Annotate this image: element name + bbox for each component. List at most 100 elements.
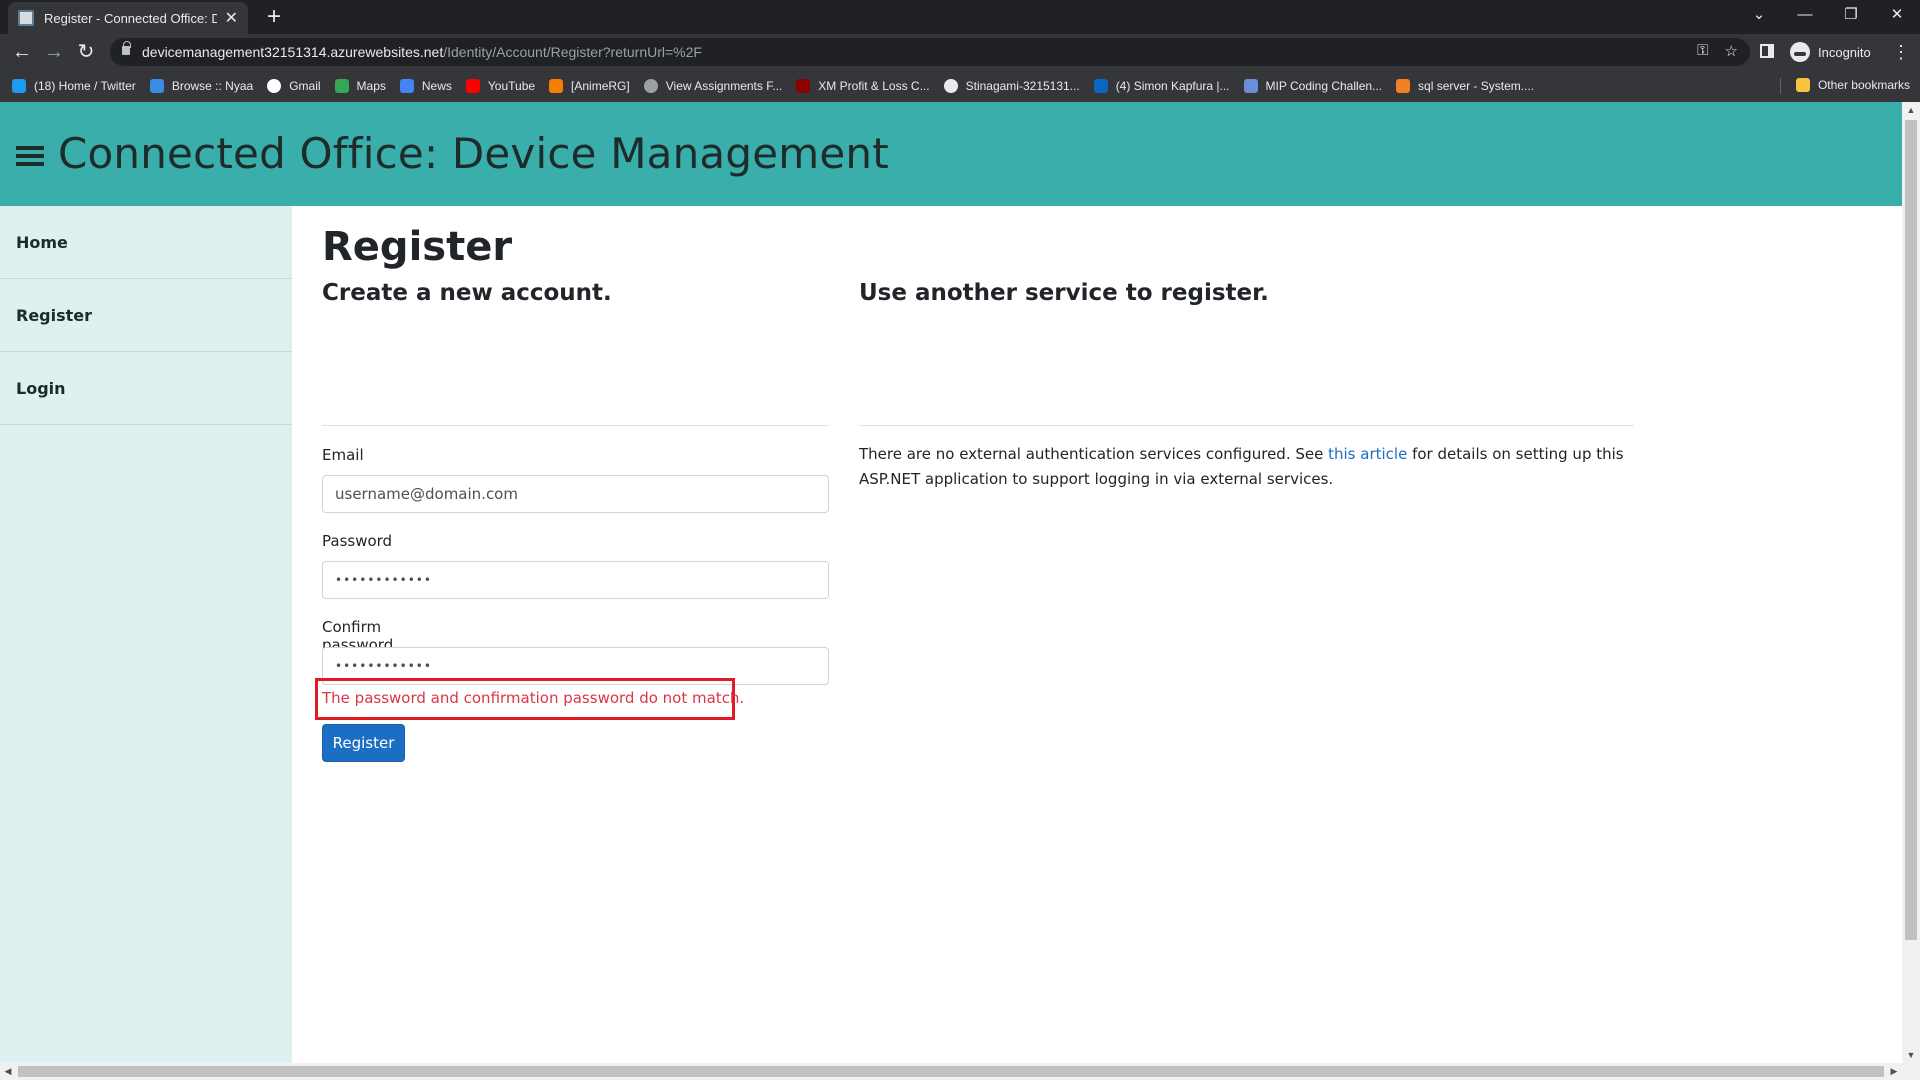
scroll-down-icon[interactable]: ▼ [1902, 1047, 1920, 1063]
side-panel-icon[interactable] [1760, 44, 1774, 58]
xm-icon [796, 79, 811, 93]
this-article-link[interactable]: this article [1328, 445, 1407, 463]
bookmark-label: YouTube [487, 79, 536, 93]
lock-icon[interactable] [122, 41, 131, 55]
incognito-icon [1790, 42, 1810, 62]
other-bookmarks-label: Other bookmarks [1817, 78, 1910, 92]
bookmark-item[interactable]: (18) Home / Twitter [12, 79, 136, 93]
bookmark-label: MIP Coding Challen... [1265, 79, 1383, 93]
vertical-scroll-thumb[interactable] [1905, 120, 1917, 940]
address-bar[interactable]: devicemanagement32151314.azurewebsites.n… [110, 38, 1750, 66]
sidebar-nav: Home Register Login [0, 206, 292, 1063]
email-field[interactable] [322, 475, 829, 513]
bookmark-item[interactable]: MIP Coding Challen... [1243, 79, 1383, 93]
page-title: Register [322, 224, 513, 270]
nyaa-icon [149, 79, 164, 93]
close-window-icon[interactable]: ✕ [1874, 0, 1920, 32]
page-viewport: Connected Office: Device Management Home… [0, 102, 1902, 1063]
password-mismatch-error: The password and confirmation password d… [322, 689, 745, 707]
scroll-right-icon[interactable]: ▶ [1886, 1063, 1902, 1080]
sidebar-item-home[interactable]: Home [0, 206, 292, 279]
bookmark-item[interactable]: YouTube [465, 79, 536, 93]
url-host: devicemanagement32151314.azurewebsites.n… [142, 44, 444, 60]
register-button[interactable]: Register [322, 724, 405, 762]
bookmark-label: XM Profit & Loss C... [818, 79, 930, 93]
bookmark-label: (4) Simon Kapfura |... [1115, 79, 1230, 93]
external-divider [859, 425, 1634, 426]
tab-strip: Register - Connected Office: Dev ✕ + ⌄ —… [0, 0, 1920, 34]
scroll-left-icon[interactable]: ◀ [0, 1063, 16, 1080]
password-field[interactable]: •••••••••••• [322, 561, 829, 599]
app-title: Connected Office: Device Management [58, 129, 889, 178]
bookmark-item[interactable]: View Assignments F... [643, 79, 783, 93]
bookmark-label: Browse :: Nyaa [171, 79, 254, 93]
globe-icon [643, 79, 658, 93]
email-label: Email [322, 446, 364, 464]
restore-icon[interactable]: ❐ [1828, 0, 1874, 32]
twitter-icon [12, 79, 26, 93]
browser-toolbar: ← → ↻ devicemanagement32151314.azurewebs… [0, 34, 1920, 70]
bookmark-item[interactable]: sql server - System.... [1396, 79, 1534, 93]
bookmark-item[interactable]: [AnimeRG] [549, 79, 630, 93]
bookmark-item[interactable]: Browse :: Nyaa [149, 79, 254, 93]
star-icon[interactable]: ☆ [1725, 42, 1738, 60]
maps-icon [334, 79, 349, 93]
menu-icon[interactable]: ⋮ [1892, 40, 1910, 64]
reload-icon[interactable]: ↻ [74, 40, 98, 64]
bookmarks-bar: (18) Home / Twitter Browse :: Nyaa Gmail… [0, 70, 1920, 102]
external-text-before: There are no external authentication ser… [859, 445, 1329, 463]
forward-icon[interactable]: → [42, 40, 66, 64]
other-bookmarks[interactable]: Other bookmarks [1795, 78, 1910, 92]
blogger-icon [549, 79, 564, 93]
tab-search-icon[interactable]: ⌄ [1736, 0, 1782, 32]
browser-tab[interactable]: Register - Connected Office: Dev ✕ [8, 2, 248, 34]
youtube-icon [465, 79, 480, 93]
url-path: /Identity/Account/Register?returnUrl=%2F [443, 44, 702, 60]
bookmark-item[interactable]: XM Profit & Loss C... [796, 79, 930, 93]
url-text: devicemanagement32151314.azurewebsites.n… [142, 44, 702, 60]
stackoverflow-icon [1396, 79, 1411, 93]
bookmark-label: Gmail [289, 79, 321, 93]
bookmark-item[interactable]: Gmail [267, 79, 321, 93]
window-controls: ⌄ — ❐ ✕ [1736, 0, 1920, 32]
sidebar-item-login[interactable]: Login [0, 352, 292, 425]
bookmark-item[interactable]: Stinagami-3215131... [943, 79, 1080, 93]
bookmark-label: Maps [356, 79, 386, 93]
hamburger-menu-icon[interactable] [16, 146, 44, 166]
bookmark-label: View Assignments F... [665, 79, 783, 93]
bookmark-label: sql server - System.... [1418, 79, 1535, 93]
bookmarks-divider [1780, 78, 1781, 94]
minimize-icon[interactable]: — [1782, 0, 1828, 32]
linkedin-icon [1093, 79, 1108, 93]
news-icon [399, 79, 414, 93]
mip-icon [1243, 79, 1258, 93]
incognito-label: Incognito [1818, 44, 1871, 60]
key-icon[interactable]: ⚿ [1697, 42, 1708, 60]
password-label: Password [322, 532, 393, 550]
external-login-heading: Use another service to register. [859, 280, 1269, 306]
bookmark-label: [AnimeRG] [571, 79, 630, 93]
bookmark-item[interactable]: (4) Simon Kapfura |... [1093, 79, 1230, 93]
google-icon [267, 79, 282, 93]
bookmark-item[interactable]: Maps [334, 79, 386, 93]
form-divider [322, 425, 829, 426]
horizontal-scroll-thumb[interactable] [18, 1066, 1884, 1077]
close-tab-icon[interactable]: ✕ [225, 8, 238, 28]
incognito-badge[interactable]: Incognito [1790, 39, 1871, 65]
form-heading: Create a new account. [322, 280, 612, 306]
github-icon [943, 79, 958, 93]
app-header: Connected Office: Device Management [0, 102, 1902, 206]
page-favicon-icon [18, 10, 34, 26]
bookmark-label: Stinagami-3215131... [965, 79, 1080, 93]
scroll-up-icon[interactable]: ▲ [1902, 102, 1920, 118]
sidebar-item-register[interactable]: Register [0, 279, 292, 352]
folder-icon [1795, 78, 1810, 92]
bookmark-item[interactable]: News [399, 79, 452, 93]
horizontal-scrollbar[interactable]: ◀ ▶ [0, 1063, 1920, 1080]
tab-title: Register - Connected Office: Dev [44, 10, 217, 26]
omnibox-icons: ⚿ ☆ [1697, 42, 1738, 60]
bookmark-label: (18) Home / Twitter [34, 79, 136, 93]
new-tab-button[interactable]: + [260, 4, 288, 30]
back-icon[interactable]: ← [10, 40, 34, 64]
vertical-scrollbar[interactable]: ▲ ▼ [1902, 102, 1920, 1063]
